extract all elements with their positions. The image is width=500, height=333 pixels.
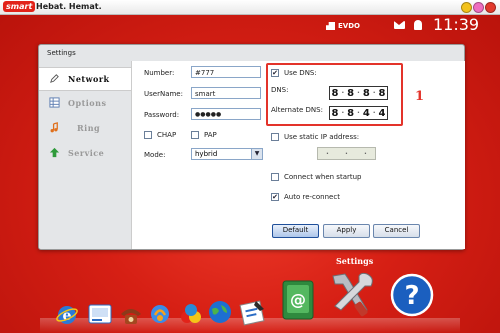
phone-icon[interactable] [118, 304, 144, 326]
bell-icon[interactable] [414, 20, 422, 30]
settings-tools-icon[interactable] [327, 268, 377, 320]
number-input[interactable]: #777 [191, 66, 261, 78]
chap-checkbox[interactable] [144, 131, 152, 139]
help-window-button[interactable] [473, 2, 484, 13]
static-ip-label: Use static IP address: [284, 133, 360, 141]
help-icon[interactable]: ? [389, 272, 435, 318]
username-input[interactable]: smart [191, 87, 261, 99]
chap-label: CHAP [157, 131, 177, 139]
pencil-icon [50, 74, 59, 83]
clock: 11:39 [433, 15, 480, 34]
static-ip-input[interactable]: · · · [317, 147, 376, 160]
sms-icon[interactable] [87, 302, 113, 326]
music-note-icon [50, 122, 58, 133]
sidebar-item-label: Service [68, 148, 105, 158]
smart-logo: smart [3, 1, 36, 12]
sidebar-item-label: Options [68, 98, 107, 108]
connect-startup-checkbox[interactable] [271, 173, 279, 181]
signal-icon [326, 22, 335, 30]
tagline: Hebat. Hemat. [36, 2, 102, 11]
password-input[interactable]: ●●●●● [191, 108, 261, 120]
auto-reconnect-label: Auto re-connect [284, 193, 340, 201]
sidebar-item-network[interactable]: Network [39, 67, 132, 91]
mode-label: Mode: [144, 151, 166, 159]
chevron-down-icon[interactable]: ▼ [251, 149, 262, 159]
mail-icon[interactable] [394, 21, 405, 29]
up-arrow-icon [49, 147, 60, 158]
apply-button[interactable]: Apply [323, 224, 370, 238]
settings-sidebar: Network Options Ring Service [39, 67, 132, 248]
notes-icon[interactable] [238, 297, 268, 327]
default-button[interactable]: Default [272, 224, 319, 238]
options-grid-icon [49, 97, 60, 108]
cancel-button[interactable]: Cancel [373, 224, 420, 238]
static-ip-checkbox[interactable] [271, 133, 279, 141]
email-icon[interactable]: @ [280, 279, 316, 321]
sidebar-item-label: Ring [77, 123, 101, 133]
sidebar-item-ring[interactable]: Ring [39, 117, 131, 139]
password-label: Password: [144, 111, 180, 119]
svg-text:@: @ [290, 290, 306, 309]
svg-text:?: ? [404, 281, 419, 311]
globe-icon[interactable] [207, 299, 233, 325]
internet-explorer-icon[interactable]: e [55, 303, 79, 327]
dns-highlight-box [266, 63, 403, 126]
messenger-icon[interactable] [148, 302, 172, 328]
dialog-title: Settings [47, 49, 76, 57]
minimize-button[interactable] [461, 2, 472, 13]
sidebar-item-label: Network [68, 74, 110, 84]
paint-icon[interactable] [178, 301, 204, 327]
sidebar-item-service[interactable]: Service [39, 142, 131, 164]
network-type: EVDO [338, 22, 360, 30]
dock-hover-label: Settings [336, 256, 374, 266]
connect-startup-label: Connect when startup [284, 173, 362, 181]
callout-number: 1 [415, 89, 425, 104]
username-label: UserName: [144, 90, 183, 98]
auto-reconnect-checkbox[interactable]: ✔ [271, 193, 279, 201]
pap-checkbox[interactable] [191, 131, 199, 139]
sidebar-item-options[interactable]: Options [39, 92, 131, 114]
number-label: Number: [144, 69, 175, 77]
top-bar: smart Hebat. Hemat. [0, 0, 500, 15]
close-window-button[interactable] [485, 2, 496, 13]
mode-select[interactable]: hybrid ▼ [191, 148, 263, 160]
pap-label: PAP [204, 131, 217, 139]
mode-value: hybrid [195, 150, 218, 158]
